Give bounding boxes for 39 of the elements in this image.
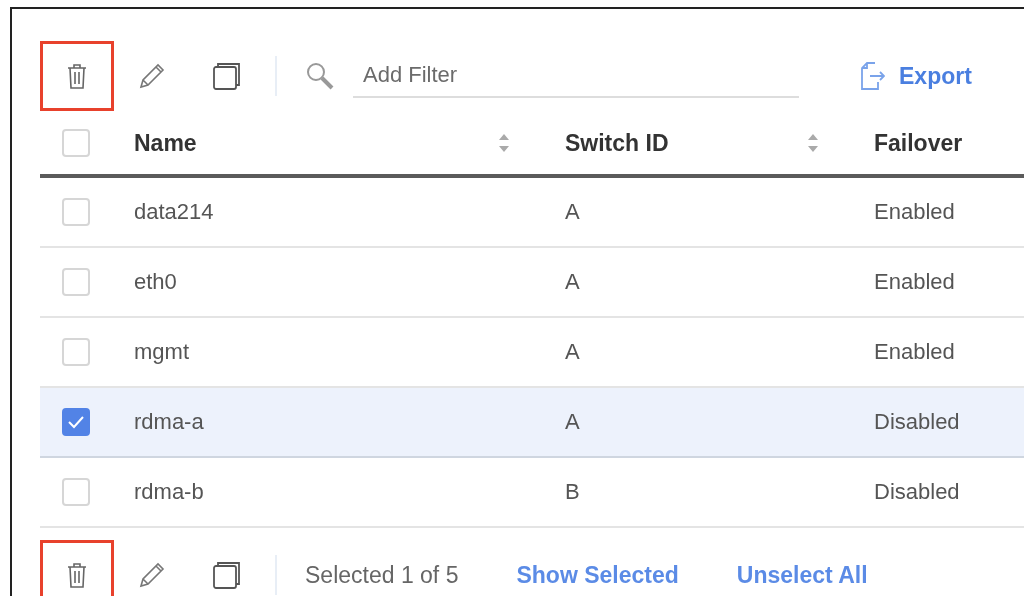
table-row[interactable]: data214 A Enabled — [40, 178, 1024, 248]
pencil-icon — [137, 61, 167, 91]
selection-count: Selected 1 of 5 — [305, 561, 459, 589]
table-row[interactable]: rdma-a A Disabled — [40, 388, 1024, 458]
copy-icon — [212, 61, 242, 91]
table-cell-text: Enabled — [874, 199, 956, 225]
table-cell-text: rdma-b — [134, 479, 205, 505]
table-cell-text: A — [565, 339, 581, 365]
delete-button[interactable] — [40, 41, 114, 111]
column-header: Switch ID — [565, 129, 669, 157]
table-row[interactable]: rdma-b B Disabled — [40, 458, 1024, 528]
copy-icon — [212, 560, 242, 590]
export-icon — [861, 61, 885, 91]
table-cell-text: Enabled — [874, 269, 956, 295]
export-button[interactable]: Export — [861, 61, 972, 91]
table-cell-text: Enabled — [874, 339, 956, 365]
table-row[interactable]: eth0 A Enabled — [40, 248, 1024, 318]
row-checkbox[interactable] — [62, 408, 90, 436]
table-cell-text: A — [565, 269, 581, 295]
search-icon — [305, 61, 335, 91]
table-cell-text: B — [565, 479, 581, 505]
sort-icon[interactable] — [807, 132, 819, 154]
column-header: Failover — [874, 129, 963, 157]
check-icon — [67, 415, 85, 429]
table-cell-text: eth0 — [134, 269, 178, 295]
table-cell-text: rdma-a — [134, 409, 205, 435]
table-cell-text: Disabled — [874, 479, 961, 505]
table-cell-text: mgmt — [134, 339, 190, 365]
delete-button[interactable] — [40, 540, 114, 596]
sort-icon[interactable] — [498, 132, 510, 154]
table-cell-text: A — [565, 409, 581, 435]
table-cell-text: data214 — [134, 199, 215, 225]
column-header: Name — [134, 129, 197, 157]
pencil-icon — [137, 560, 167, 590]
trash-icon — [67, 63, 87, 89]
select-all-checkbox[interactable] — [62, 129, 90, 157]
table-cell-text: A — [565, 199, 581, 225]
trash-icon — [67, 562, 87, 588]
table-cell-text: Disabled — [874, 409, 961, 435]
